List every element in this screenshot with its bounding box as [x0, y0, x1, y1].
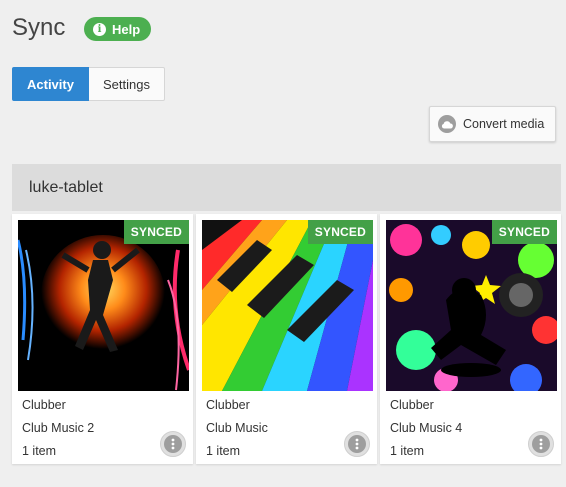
tab-activity[interactable]: Activity [12, 67, 89, 101]
item-source: Clubber [206, 398, 250, 412]
sync-item-card: SYNCED Clubber Club Music 2 1 item [12, 214, 193, 464]
synced-items-list: SYNCED Clubber Club Music 2 1 item SYNCE… [12, 214, 561, 464]
info-icon: i [93, 22, 106, 36]
device-name: luke-tablet [29, 178, 103, 196]
convert-media-button[interactable]: Convert media [429, 106, 556, 142]
tab-settings[interactable]: Settings [88, 67, 165, 101]
playlist-thumbnail[interactable]: SYNCED [386, 220, 557, 391]
more-options-button[interactable] [344, 431, 370, 457]
item-count: 1 item [206, 444, 241, 458]
device-header: luke-tablet [12, 164, 561, 211]
more-vertical-icon [348, 435, 366, 453]
item-title: Club Music 4 [390, 421, 463, 435]
playlist-thumbnail[interactable]: SYNCED [18, 220, 189, 391]
item-count: 1 item [390, 444, 425, 458]
item-title: Club Music [206, 421, 268, 435]
dj-artwork [386, 220, 557, 391]
synced-badge: SYNCED [307, 220, 373, 244]
more-vertical-icon [532, 435, 550, 453]
synced-badge: SYNCED [491, 220, 557, 244]
cloud-icon [438, 115, 456, 133]
item-source: Clubber [390, 398, 434, 412]
sync-page: Sync i Help Activity Settings Convert me… [0, 0, 566, 487]
item-source: Clubber [22, 398, 66, 412]
more-options-button[interactable] [528, 431, 554, 457]
dancer-artwork [18, 220, 189, 391]
page-title: Sync [12, 14, 66, 41]
more-vertical-icon [164, 435, 182, 453]
more-options-button[interactable] [160, 431, 186, 457]
help-label: Help [112, 21, 141, 37]
item-count: 1 item [22, 444, 57, 458]
sync-item-card: SYNCED Clubber Club Music 1 item [196, 214, 377, 464]
playlist-thumbnail[interactable]: SYNCED [202, 220, 373, 391]
sync-item-card: SYNCED Clubber Club Music 4 1 item [380, 214, 561, 464]
convert-media-label: Convert media [463, 117, 545, 131]
synced-badge: SYNCED [123, 220, 189, 244]
item-title: Club Music 2 [22, 421, 95, 435]
help-button[interactable]: i Help [84, 17, 152, 41]
tab-bar: Activity Settings [12, 67, 165, 101]
piano-keys-artwork [202, 220, 373, 391]
